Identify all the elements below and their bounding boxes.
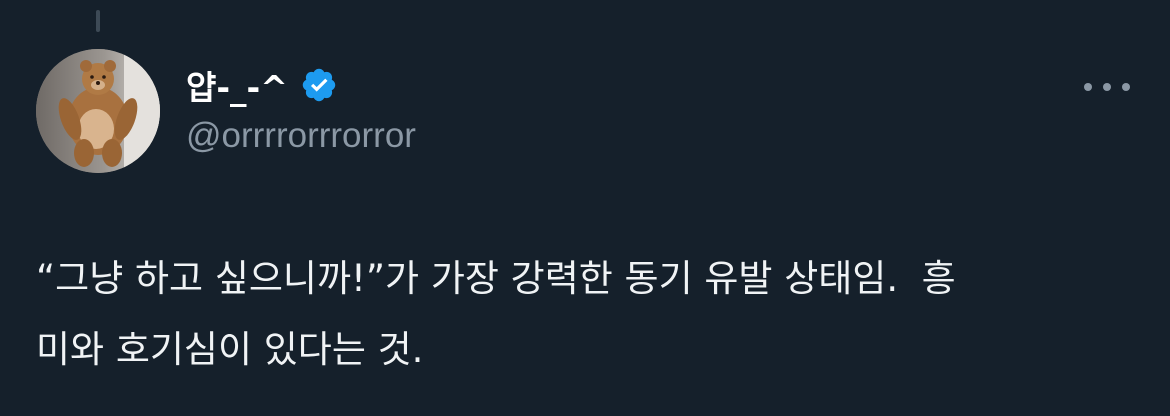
teddy-bear-icon — [36, 49, 160, 173]
thread-connector-line — [96, 10, 100, 32]
display-name[interactable]: 얍-_-^ — [186, 61, 288, 109]
more-dot — [1122, 83, 1130, 91]
verified-badge-icon — [300, 66, 338, 104]
tweet-text: “그냥 하고 싶으니까!”가 가장 강력한 동기 유발 상태임. 흥 미와 호기… — [36, 257, 956, 371]
avatar[interactable] — [36, 49, 160, 173]
more-dot — [1084, 83, 1092, 91]
author-name-row[interactable]: 얍-_-^ — [186, 62, 338, 108]
more-dot — [1103, 83, 1111, 91]
more-options-icon[interactable] — [1084, 77, 1130, 97]
author-handle[interactable]: @orrrrorrrorror — [186, 116, 416, 156]
